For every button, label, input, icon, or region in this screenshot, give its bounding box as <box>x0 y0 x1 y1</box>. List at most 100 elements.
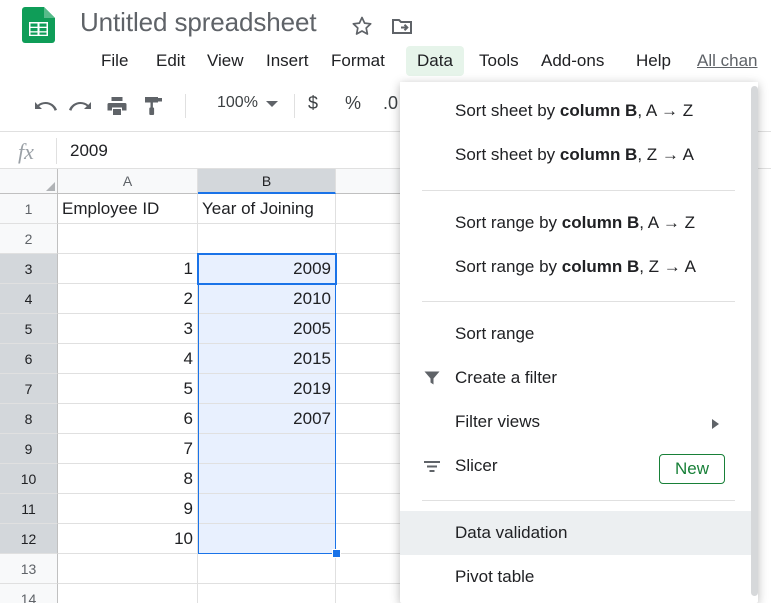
new-badge: New <box>659 454 725 484</box>
cell-b5[interactable]: 2005 <box>198 314 336 344</box>
column-header-b[interactable]: B <box>198 169 336 194</box>
cell-b7[interactable]: 2019 <box>198 374 336 404</box>
row-header-14[interactable]: 14 <box>0 584 58 603</box>
redo-button[interactable] <box>65 90 97 122</box>
menu-item-label: Sort range by column B, A → Z <box>455 213 695 232</box>
cell-a5[interactable]: 3 <box>58 314 198 344</box>
menu-item-label: Data validation <box>455 523 568 542</box>
cell-a13[interactable] <box>58 554 198 584</box>
document-title[interactable]: Untitled spreadsheet <box>80 7 317 38</box>
row-header-1[interactable]: 1 <box>0 194 58 224</box>
print-icon <box>107 97 127 115</box>
currency-format-button[interactable]: $ <box>308 93 318 114</box>
menu-item-sort-range-za[interactable]: Sort range by column B, Z → A <box>400 245 751 289</box>
menu-divider-3 <box>422 500 735 501</box>
menu-file[interactable]: File <box>90 46 139 76</box>
menu-add-ons[interactable]: Add-ons <box>530 46 615 76</box>
menu-edit[interactable]: Edit <box>145 46 196 76</box>
row-header-12[interactable]: 12 <box>0 524 58 554</box>
title-bar: Untitled spreadsheet <box>0 0 771 46</box>
cell-b1[interactable]: Year of Joining <box>198 194 336 224</box>
menu-item-sort-sheet-az[interactable]: Sort sheet by column B, A → Z <box>400 89 751 133</box>
fill-handle[interactable] <box>332 549 341 558</box>
save-status-label[interactable]: All chan <box>697 46 757 76</box>
menu-tools[interactable]: Tools <box>468 46 530 76</box>
cell-b10[interactable] <box>198 464 336 494</box>
cell-b6[interactable]: 2015 <box>198 344 336 374</box>
menu-item-filter-views[interactable]: Filter views <box>400 400 751 444</box>
row-header-7[interactable]: 7 <box>0 374 58 404</box>
row-header-5[interactable]: 5 <box>0 314 58 344</box>
column-header-a[interactable]: A <box>58 169 198 194</box>
menu-insert[interactable]: Insert <box>255 46 320 76</box>
cell-a1[interactable]: Employee ID <box>58 194 198 224</box>
decrease-decimal-button[interactable]: .0 <box>383 93 398 114</box>
row-header-10[interactable]: 10 <box>0 464 58 494</box>
menu-item-label: Pivot table <box>455 567 535 586</box>
menu-item-pivot-table[interactable]: Pivot table <box>400 555 751 599</box>
menu-item-slicer[interactable]: Slicer New <box>400 444 751 488</box>
cell-b9[interactable] <box>198 434 336 464</box>
row-header-13[interactable]: 13 <box>0 554 58 584</box>
print-button[interactable] <box>101 90 133 122</box>
sheets-logo-icon <box>22 7 55 43</box>
row-header-6[interactable]: 6 <box>0 344 58 374</box>
cell-b11[interactable] <box>198 494 336 524</box>
function-icon[interactable]: fx <box>18 139 34 165</box>
undo-button[interactable] <box>29 90 61 122</box>
formula-input[interactable]: 2009 <box>70 141 108 161</box>
menu-item-label: Sort sheet by column B, A → Z <box>455 101 694 120</box>
cell-a8[interactable]: 6 <box>58 404 198 434</box>
cell-a4[interactable]: 2 <box>58 284 198 314</box>
row-header-8[interactable]: 8 <box>0 404 58 434</box>
menu-item-sort-range[interactable]: Sort range <box>400 312 751 356</box>
cell-b8[interactable]: 2007 <box>198 404 336 434</box>
cell-a9[interactable]: 7 <box>58 434 198 464</box>
cell-b12[interactable] <box>198 524 336 554</box>
menu-item-label: Slicer <box>455 456 498 475</box>
row-header-9[interactable]: 9 <box>0 434 58 464</box>
toolbar-divider-1 <box>185 94 186 118</box>
star-outline-icon[interactable] <box>350 14 374 38</box>
slicer-icon <box>422 456 442 476</box>
percent-format-button[interactable]: % <box>345 93 361 114</box>
cell-b14[interactable] <box>198 584 336 603</box>
menu-item-label: Create a filter <box>455 368 558 387</box>
cell-a7[interactable]: 5 <box>58 374 198 404</box>
menu-item-data-validation[interactable]: Data validation <box>400 511 751 555</box>
row-header-2[interactable]: 2 <box>0 224 58 254</box>
cell-a2[interactable] <box>58 224 198 254</box>
zoom-level-label[interactable]: 100% <box>217 94 258 112</box>
menu-data[interactable]: Data <box>406 46 464 76</box>
move-to-folder-icon[interactable] <box>390 14 414 38</box>
paint-format-icon <box>145 97 162 115</box>
paint-format-button[interactable] <box>137 90 169 122</box>
cell-b4[interactable]: 2010 <box>198 284 336 314</box>
row-header-4[interactable]: 4 <box>0 284 58 314</box>
menu-item-create-a-filter[interactable]: Create a filter <box>400 356 751 400</box>
menu-scrollbar[interactable] <box>751 86 758 596</box>
select-all-corner[interactable] <box>0 169 58 194</box>
cell-a3[interactable]: 1 <box>58 254 198 284</box>
cell-a12[interactable]: 10 <box>58 524 198 554</box>
undo-icon <box>35 102 57 111</box>
cell-b13[interactable] <box>198 554 336 584</box>
toolbar-divider-2 <box>294 94 295 118</box>
menu-help[interactable]: Help <box>625 46 682 76</box>
cell-a14[interactable] <box>58 584 198 603</box>
menu-format[interactable]: Format <box>320 46 396 76</box>
chevron-down-icon[interactable] <box>266 101 278 107</box>
cell-b3[interactable]: 2009 <box>198 254 336 284</box>
menu-item-sort-range-az[interactable]: Sort range by column B, A → Z <box>400 201 751 245</box>
formula-bar-divider <box>56 138 57 164</box>
cell-a6[interactable]: 4 <box>58 344 198 374</box>
redo-icon <box>69 102 91 111</box>
cell-a11[interactable]: 9 <box>58 494 198 524</box>
menu-item-sort-sheet-za[interactable]: Sort sheet by column B, Z → A <box>400 133 751 177</box>
cell-a10[interactable]: 8 <box>58 464 198 494</box>
row-header-3[interactable]: 3 <box>0 254 58 284</box>
cell-b2[interactable] <box>198 224 336 254</box>
row-header-11[interactable]: 11 <box>0 494 58 524</box>
menu-view[interactable]: View <box>196 46 255 76</box>
filter-icon <box>422 368 442 388</box>
